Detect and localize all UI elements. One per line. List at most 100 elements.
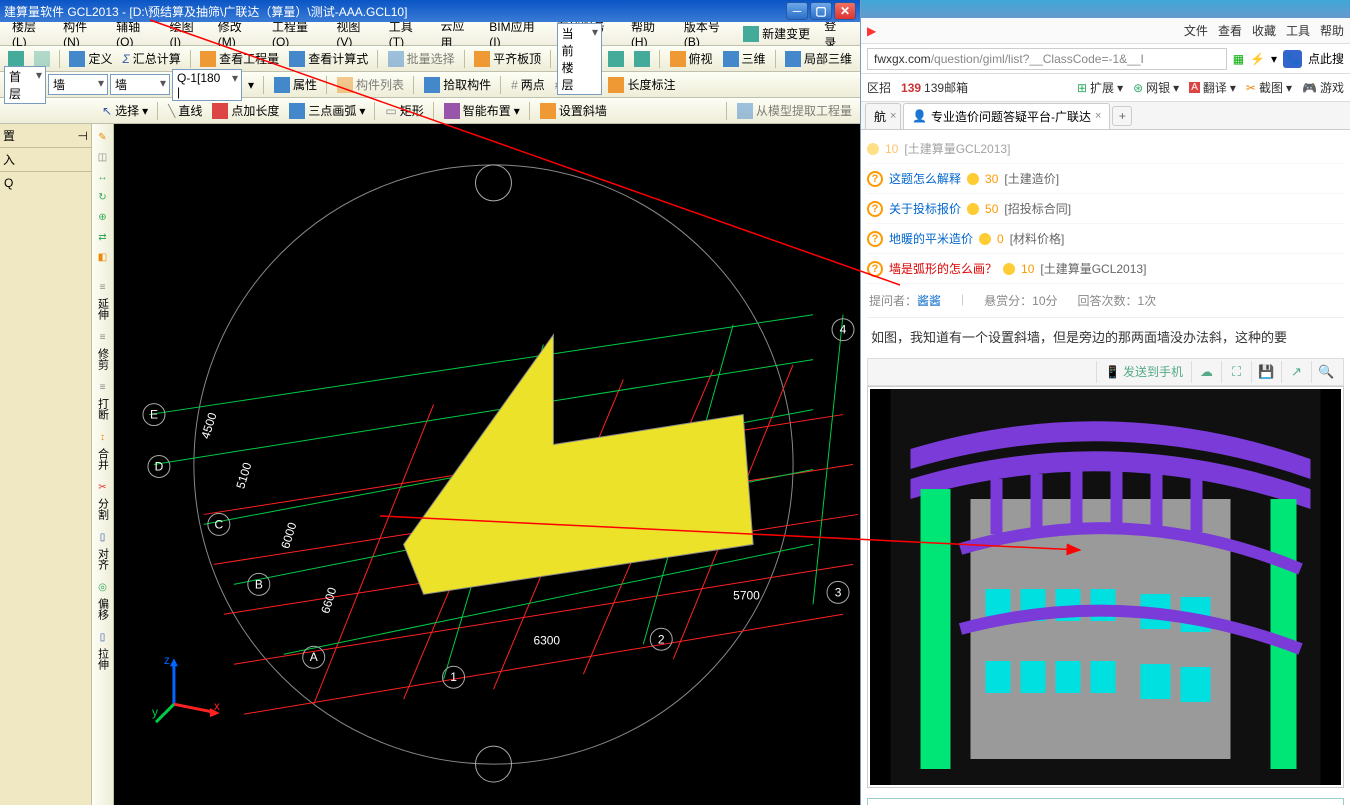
define-button[interactable]: 定义 bbox=[65, 48, 116, 69]
vtool-split[interactable]: ✂ bbox=[94, 478, 112, 496]
bm-expand[interactable]: ⊞扩展 ▾ bbox=[1077, 79, 1123, 96]
vtool-mirror[interactable]: ⇄ bbox=[94, 228, 112, 246]
close-button[interactable]: ✕ bbox=[834, 2, 856, 20]
bm-translate[interactable]: A翻译 ▾ bbox=[1189, 79, 1236, 96]
cert-icon[interactable]: ▦ bbox=[1233, 52, 1244, 66]
batch-select-button[interactable]: 批量选择 bbox=[384, 48, 459, 69]
point-length-button[interactable]: 点加长度 bbox=[208, 100, 283, 121]
view-qty-button[interactable]: 查看工程量 bbox=[196, 48, 283, 69]
vtool-move[interactable]: ↔ bbox=[94, 168, 112, 186]
vertical-toolbar-1: ✎ ◫ ↔ ↻ ⊕ ⇄ ◧ ≡延伸 ≡修剪 ≡打断 ↕合并 ✂分割 ▯对齐 ◎偏… bbox=[92, 124, 114, 805]
vtool-offset[interactable]: ◎ bbox=[94, 578, 112, 596]
share-button[interactable]: ↗ bbox=[1281, 361, 1311, 383]
flat-board-button[interactable]: 平齐板顶 bbox=[470, 48, 545, 69]
question-link[interactable]: 这题怎么解释 bbox=[889, 170, 961, 187]
browser-window: ▶ 文件 查看 收藏 工具 帮助 fwxgx.com/question/giml… bbox=[861, 0, 1350, 805]
vtool-stretch[interactable]: ▯ bbox=[94, 628, 112, 646]
vtool-erase[interactable]: ◫ bbox=[94, 148, 112, 166]
vtool-merge[interactable]: ↕ bbox=[94, 428, 112, 446]
bm-screenshot[interactable]: ✂截图 ▾ bbox=[1246, 79, 1292, 96]
phone-icon: 📱 bbox=[1105, 365, 1120, 379]
bm-game[interactable]: 🎮游戏 bbox=[1302, 79, 1344, 96]
slant-wall-button[interactable]: 设置斜墙 bbox=[536, 100, 611, 121]
vtool-trim[interactable]: ≡ bbox=[94, 328, 112, 346]
vtool-align[interactable]: ▯ bbox=[94, 528, 112, 546]
floor-up[interactable] bbox=[604, 49, 628, 69]
maximize-button[interactable]: ▢ bbox=[810, 2, 832, 20]
dropdown-toggle[interactable]: ▾ bbox=[244, 76, 258, 94]
tab-close-icon[interactable]: × bbox=[890, 110, 896, 122]
bm-netsilver[interactable]: ⊛网银 ▾ bbox=[1133, 79, 1179, 96]
question-link[interactable]: 地暖的平米造价 bbox=[889, 230, 973, 247]
search-button[interactable]: 🔍 bbox=[1311, 361, 1341, 383]
length-dim-button[interactable]: 长度标注 bbox=[604, 74, 679, 95]
minimize-button[interactable]: ─ bbox=[786, 2, 808, 20]
lightning-icon[interactable]: ⚡ bbox=[1250, 52, 1265, 66]
select-tool-button[interactable]: ↖选择 ▾ bbox=[98, 100, 152, 121]
vtool-copy[interactable]: ⊕ bbox=[94, 208, 112, 226]
line-tool-button[interactable]: ╲直线 bbox=[164, 100, 206, 121]
new-tab-button[interactable]: + bbox=[1112, 106, 1132, 126]
floor-down[interactable] bbox=[630, 49, 654, 69]
rect-tool-button[interactable]: ▭矩形 bbox=[381, 100, 427, 121]
from-model-button[interactable]: 从模型提取工程量 bbox=[733, 100, 856, 121]
cloud-button[interactable]: ☁ bbox=[1191, 361, 1221, 383]
list-icon bbox=[337, 77, 353, 93]
point-icon bbox=[212, 103, 228, 119]
bmenu-fav[interactable]: 收藏 bbox=[1252, 22, 1276, 39]
bmenu-file[interactable]: 文件 bbox=[1184, 22, 1208, 39]
vtool-extend[interactable]: ≡ bbox=[94, 278, 112, 296]
coin-icon bbox=[979, 233, 991, 245]
send-to-phone-button[interactable]: 📱发送到手机 bbox=[1096, 361, 1191, 383]
sum-calc-button[interactable]: Σ汇总计算 bbox=[118, 48, 184, 69]
save-button[interactable]: 💾 bbox=[1251, 361, 1281, 383]
vtool-pencil[interactable]: ✎ bbox=[94, 128, 112, 146]
question-link[interactable]: 关于投标报价 bbox=[889, 200, 961, 217]
smart-layout-button[interactable]: 智能布置 ▾ bbox=[440, 100, 524, 121]
top-view-button[interactable]: 俯视 bbox=[666, 48, 717, 69]
bm-139mail[interactable]: 139139邮箱 bbox=[901, 79, 968, 96]
answer-image[interactable] bbox=[867, 386, 1344, 788]
title-bar: 建算量软件 GCL2013 - [D:\预结算及抽筛\广联达（算量）\测试-AA… bbox=[0, 0, 860, 22]
view-formula-button[interactable]: 查看计算式 bbox=[285, 48, 372, 69]
bmenu-tool[interactable]: 工具 bbox=[1286, 22, 1310, 39]
window-title: 建算量软件 GCL2013 - [D:\预结算及抽筛\广联达（算量）\测试-AA… bbox=[4, 3, 786, 20]
properties-button[interactable]: 属性 bbox=[270, 74, 321, 95]
paw-icon[interactable]: 🐾 bbox=[1283, 50, 1302, 68]
drawing-canvas[interactable]: E D C B A 1 2 3 4 4500 5100 6000 6600 63… bbox=[114, 124, 860, 805]
bm-zhaobiao[interactable]: 区招 bbox=[867, 79, 891, 96]
svg-text:B: B bbox=[255, 577, 263, 591]
list-icon bbox=[69, 51, 85, 67]
search-hint[interactable]: 点此搜 bbox=[1308, 50, 1344, 67]
formula-icon bbox=[289, 51, 305, 67]
asker-link[interactable]: 酱酱 bbox=[917, 294, 941, 308]
two-point-button[interactable]: #两点 bbox=[507, 74, 549, 95]
question-link-current[interactable]: 墙是弧形的怎么画？ bbox=[889, 260, 997, 277]
side-tab[interactable]: 入 bbox=[3, 153, 15, 167]
floor-dropdown[interactable]: 首层 bbox=[4, 66, 46, 104]
category-dropdown[interactable]: 墙 bbox=[48, 74, 108, 95]
push-pin-icon[interactable]: ⊣ bbox=[78, 129, 88, 143]
component-list-button[interactable]: 构件列表 bbox=[333, 74, 408, 95]
new-change-button[interactable]: 新建变更 bbox=[739, 23, 814, 44]
current-floor-dropdown[interactable]: 当前楼层 bbox=[557, 23, 602, 95]
pick-component-button[interactable]: 拾取构件 bbox=[420, 74, 495, 95]
url-input[interactable]: fwxgx.com/question/giml/list?__ClassCode… bbox=[867, 48, 1227, 70]
bmenu-view[interactable]: 查看 bbox=[1218, 22, 1242, 39]
tab-main[interactable]: 👤专业造价问题答疑平台-广联达× bbox=[903, 103, 1110, 129]
tab-close-icon[interactable]: × bbox=[1095, 110, 1101, 122]
insert-image-button[interactable]: 🖼插入图片 bbox=[867, 798, 1344, 805]
bmenu-help[interactable]: 帮助 bbox=[1320, 22, 1344, 39]
local-3d-button[interactable]: 局部三维 bbox=[781, 48, 856, 69]
vtool-scale[interactable]: ◧ bbox=[94, 248, 112, 266]
svg-text:6300: 6300 bbox=[533, 633, 560, 647]
subcategory-dropdown[interactable]: 墙 bbox=[110, 74, 170, 95]
vtool-break[interactable]: ≡ bbox=[94, 378, 112, 396]
three-point-arc-button[interactable]: 三点画弧 ▾ bbox=[285, 100, 369, 121]
fullscreen-button[interactable]: ⛶ bbox=[1221, 361, 1251, 383]
3d-view-button[interactable]: 三维 bbox=[719, 48, 770, 69]
page-content: 10[土建算量GCL2013] ?这题怎么解释30[土建造价] ?关于投标报价5… bbox=[861, 130, 1350, 805]
component-dropdown[interactable]: Q-1[180 | bbox=[172, 69, 242, 101]
vtool-rotate[interactable]: ↻ bbox=[94, 188, 112, 206]
tab-nav[interactable]: 航× bbox=[865, 103, 901, 129]
